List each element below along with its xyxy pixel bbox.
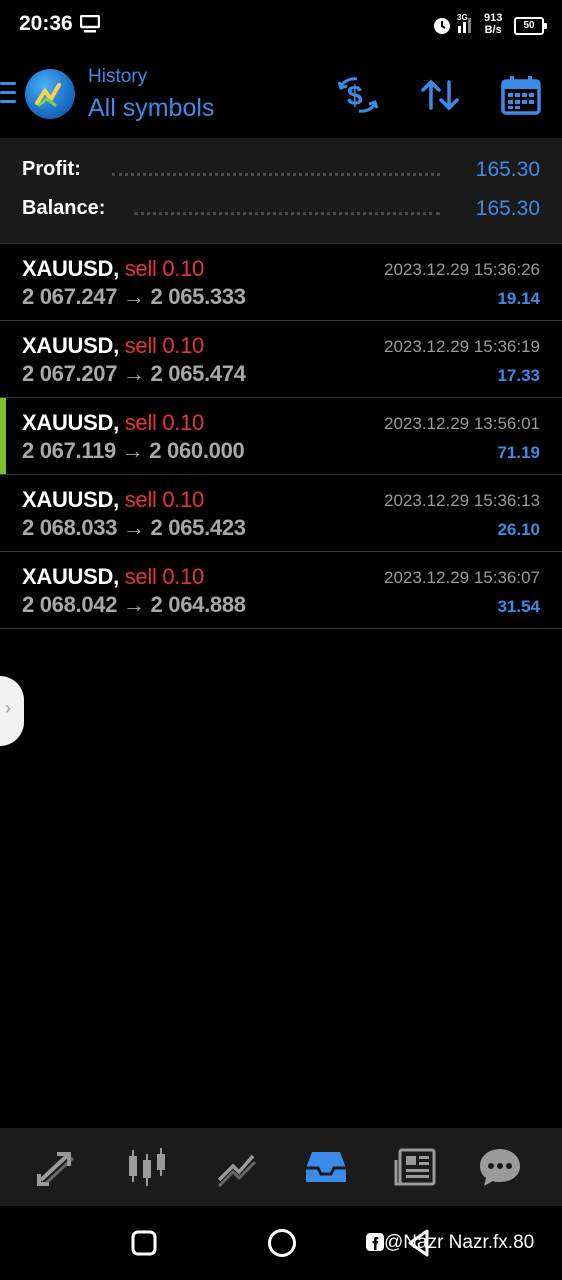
metatrader-logo-icon [35,83,61,107]
profit-label: Profit: [22,158,87,181]
trade-row[interactable]: XAUUSD, sell 0.10 2 068.033 → 2 065.423 … [0,475,562,552]
chevron-right-icon: › [5,698,11,718]
trade-row[interactable]: XAUUSD, sell 0.10 2 068.042 → 2 064.888 … [0,552,562,629]
trade-symbol: XAUUSD, sell 0.10 [22,333,204,358]
profit-row: Profit: 165.30 [22,158,540,188]
balance-row: Balance: 165.30 [22,197,540,227]
trade-profit: 31.54 [497,597,540,616]
trade-profit: 17.33 [497,366,540,385]
trade-time: 2023.12.29 13:56:01 [384,414,540,433]
chat-icon[interactable] [478,1146,522,1188]
network-speed: 913 B/s [484,12,503,36]
account-summary: Profit: 165.30 Balance: 165.30 [0,138,562,244]
watermark: @Nazr Nazr.fx.80 [366,1232,534,1254]
trade-symbol: XAUUSD, sell 0.10 [22,410,204,435]
alarm-icon [434,18,450,34]
home-button[interactable] [267,1228,297,1258]
trade-symbol: XAUUSD, sell 0.10 [22,564,204,589]
app-logo [25,69,75,119]
trade-prices: 2 068.042 → 2 064.888 [22,592,246,617]
trade-time: 2023.12.29 15:36:19 [384,337,540,356]
trade-time: 2023.12.29 15:36:26 [384,260,540,279]
profit-value: 165.30 [469,158,540,182]
notification-icon [80,15,100,33]
trade-symbol: XAUUSD, sell 0.10 [22,256,204,281]
side-panel-handle[interactable]: › [0,676,24,746]
facebook-icon [366,1233,384,1251]
chart-icon[interactable] [125,1146,169,1188]
system-navigation: @Nazr Nazr.fx.80 [0,1206,562,1280]
trade-prices: 2 067.119 → 2 060.000 [22,438,245,463]
svg-text:$: $ [347,80,363,111]
symbol-filter[interactable]: All symbols [88,94,214,123]
quotes-icon[interactable] [35,1146,79,1188]
sort-icon[interactable] [419,74,461,116]
status-time: 20:36 [19,12,73,35]
status-bar: 20:36 3G 913 B/s 50 [0,0,562,52]
trade-prices: 2 067.247 → 2 065.333 [22,284,246,309]
currency-exchange-icon[interactable]: $ [337,74,379,116]
menu-icon[interactable] [0,82,16,109]
trade-icon[interactable] [215,1146,259,1188]
news-icon[interactable] [394,1146,438,1188]
trade-symbol: XAUUSD, sell 0.10 [22,487,204,512]
trade-history-list: XAUUSD, sell 0.10 2 067.247 → 2 065.333 … [0,244,562,629]
signal-icon: 3G [457,13,471,33]
trade-row[interactable]: XAUUSD, sell 0.10 2 067.247 → 2 065.333 … [0,244,562,321]
balance-label: Balance: [22,197,112,220]
bottom-navigation [0,1128,562,1206]
trade-row[interactable]: XAUUSD, sell 0.10 2 067.207 → 2 065.474 … [0,321,562,398]
trade-prices: 2 068.033 → 2 065.423 [22,515,246,540]
calendar-icon[interactable] [500,74,542,116]
trade-profit: 19.14 [497,289,540,308]
app-header: History All symbols $ [0,52,562,138]
battery-icon: 50 [514,17,547,35]
trade-profit: 26.10 [497,520,540,539]
balance-value: 165.30 [469,197,540,221]
trade-row-selected[interactable]: XAUUSD, sell 0.10 2 067.119 → 2 060.000 … [0,398,562,475]
recents-button[interactable] [131,1230,157,1256]
header-subtitle: History [88,66,148,87]
trade-time: 2023.12.29 15:36:07 [384,568,540,587]
dotted-leader [134,212,440,215]
trade-prices: 2 067.207 → 2 065.474 [22,361,246,386]
trade-time: 2023.12.29 15:36:13 [384,491,540,510]
history-icon[interactable] [304,1146,348,1188]
trade-profit: 71.19 [497,443,540,462]
svg-text:3G: 3G [457,13,468,22]
dotted-leader [112,173,440,176]
